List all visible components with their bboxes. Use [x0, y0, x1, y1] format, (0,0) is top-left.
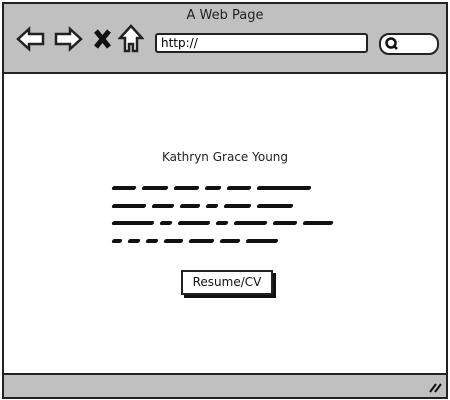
scribble-word [272, 221, 298, 225]
search-icon [385, 37, 398, 50]
scribble-word [159, 221, 173, 225]
scribble-word [177, 221, 211, 225]
scribble-word [188, 238, 215, 243]
scribble-word [111, 221, 155, 225]
scribble-word [219, 238, 241, 243]
home-icon[interactable] [118, 24, 144, 54]
back-icon[interactable] [16, 26, 46, 52]
scribble-word [302, 221, 334, 225]
scribble-word [223, 203, 252, 208]
scribble-word [179, 203, 201, 208]
browser-window: A Web Page http:// Kathryn Grace Young R… [2, 2, 448, 399]
scribble-word [215, 221, 229, 225]
scribble-word [145, 238, 159, 243]
person-name: Kathryn Grace Young [161, 150, 289, 164]
scribble-word [173, 186, 200, 190]
window-title: A Web Page [186, 8, 264, 23]
scribble-word [204, 186, 222, 190]
scribble-word [141, 186, 169, 190]
scribble-word [226, 186, 252, 190]
scribble-word [245, 238, 279, 243]
scribble-word [111, 238, 123, 243]
scribble-word [233, 221, 268, 225]
url-field[interactable]: http:// [155, 33, 368, 53]
scribble-word [111, 203, 147, 208]
browser-toolbar: A Web Page http:// [4, 4, 446, 74]
search-field[interactable] [379, 33, 439, 55]
stop-icon[interactable] [93, 26, 113, 52]
resize-grip-icon[interactable] [428, 380, 442, 394]
scribble-word [127, 238, 141, 243]
scribble-word [163, 238, 184, 243]
scribble-word [111, 186, 137, 190]
resume-cv-button[interactable]: Resume/CV [181, 270, 273, 295]
forward-icon[interactable] [53, 26, 83, 52]
scribble-word [256, 203, 294, 208]
scribble-word [256, 186, 312, 190]
scribble-word [151, 203, 175, 208]
scribble-word [205, 203, 219, 208]
status-bar [4, 373, 446, 397]
